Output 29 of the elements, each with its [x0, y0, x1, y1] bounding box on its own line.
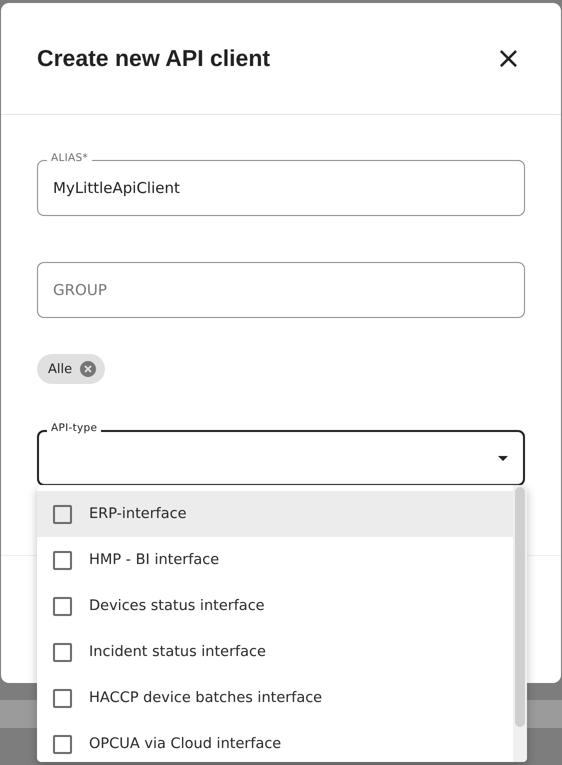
option-label: ERP-interface: [89, 506, 187, 522]
alias-field[interactable]: MyLittleApiClient: [37, 160, 525, 216]
menu-option[interactable]: HMP - BI interface: [37, 537, 513, 583]
dialog-title: Create new API client: [37, 45, 270, 72]
menu-option[interactable]: HACCP device batches interface: [37, 675, 513, 721]
remove-icon[interactable]: [80, 361, 96, 377]
checkbox[interactable]: [53, 688, 72, 708]
menu-option[interactable]: Devices status interface: [37, 583, 513, 629]
option-label: OPCUA via Cloud interface: [89, 736, 282, 752]
checkbox[interactable]: [53, 596, 72, 616]
option-label: Devices status interface: [89, 598, 265, 614]
option-label: HMP - BI interface: [89, 552, 220, 568]
field-label: API-type: [47, 422, 102, 434]
checkbox[interactable]: [53, 734, 72, 754]
close-button[interactable]: ×: [492, 44, 525, 74]
field-label: ALIAS*: [47, 152, 92, 164]
caret-icon: [498, 456, 508, 461]
checkbox[interactable]: [53, 642, 72, 662]
chip-label: Alle: [48, 362, 72, 376]
group-chip[interactable]: Alle: [37, 354, 106, 384]
scrollbar[interactable]: [513, 485, 527, 762]
checkbox[interactable]: [53, 550, 72, 570]
menu-option[interactable]: ERP-interface: [37, 491, 513, 537]
menu-option[interactable]: OPCUA via Cloud interface: [37, 721, 513, 762]
checkbox[interactable]: [53, 504, 72, 524]
option-label: HACCP device batches interface: [89, 690, 322, 706]
menu-option[interactable]: Incident status interface: [37, 629, 513, 675]
group-field[interactable]: GROUP: [37, 262, 525, 318]
option-label: Incident status interface: [89, 644, 266, 660]
